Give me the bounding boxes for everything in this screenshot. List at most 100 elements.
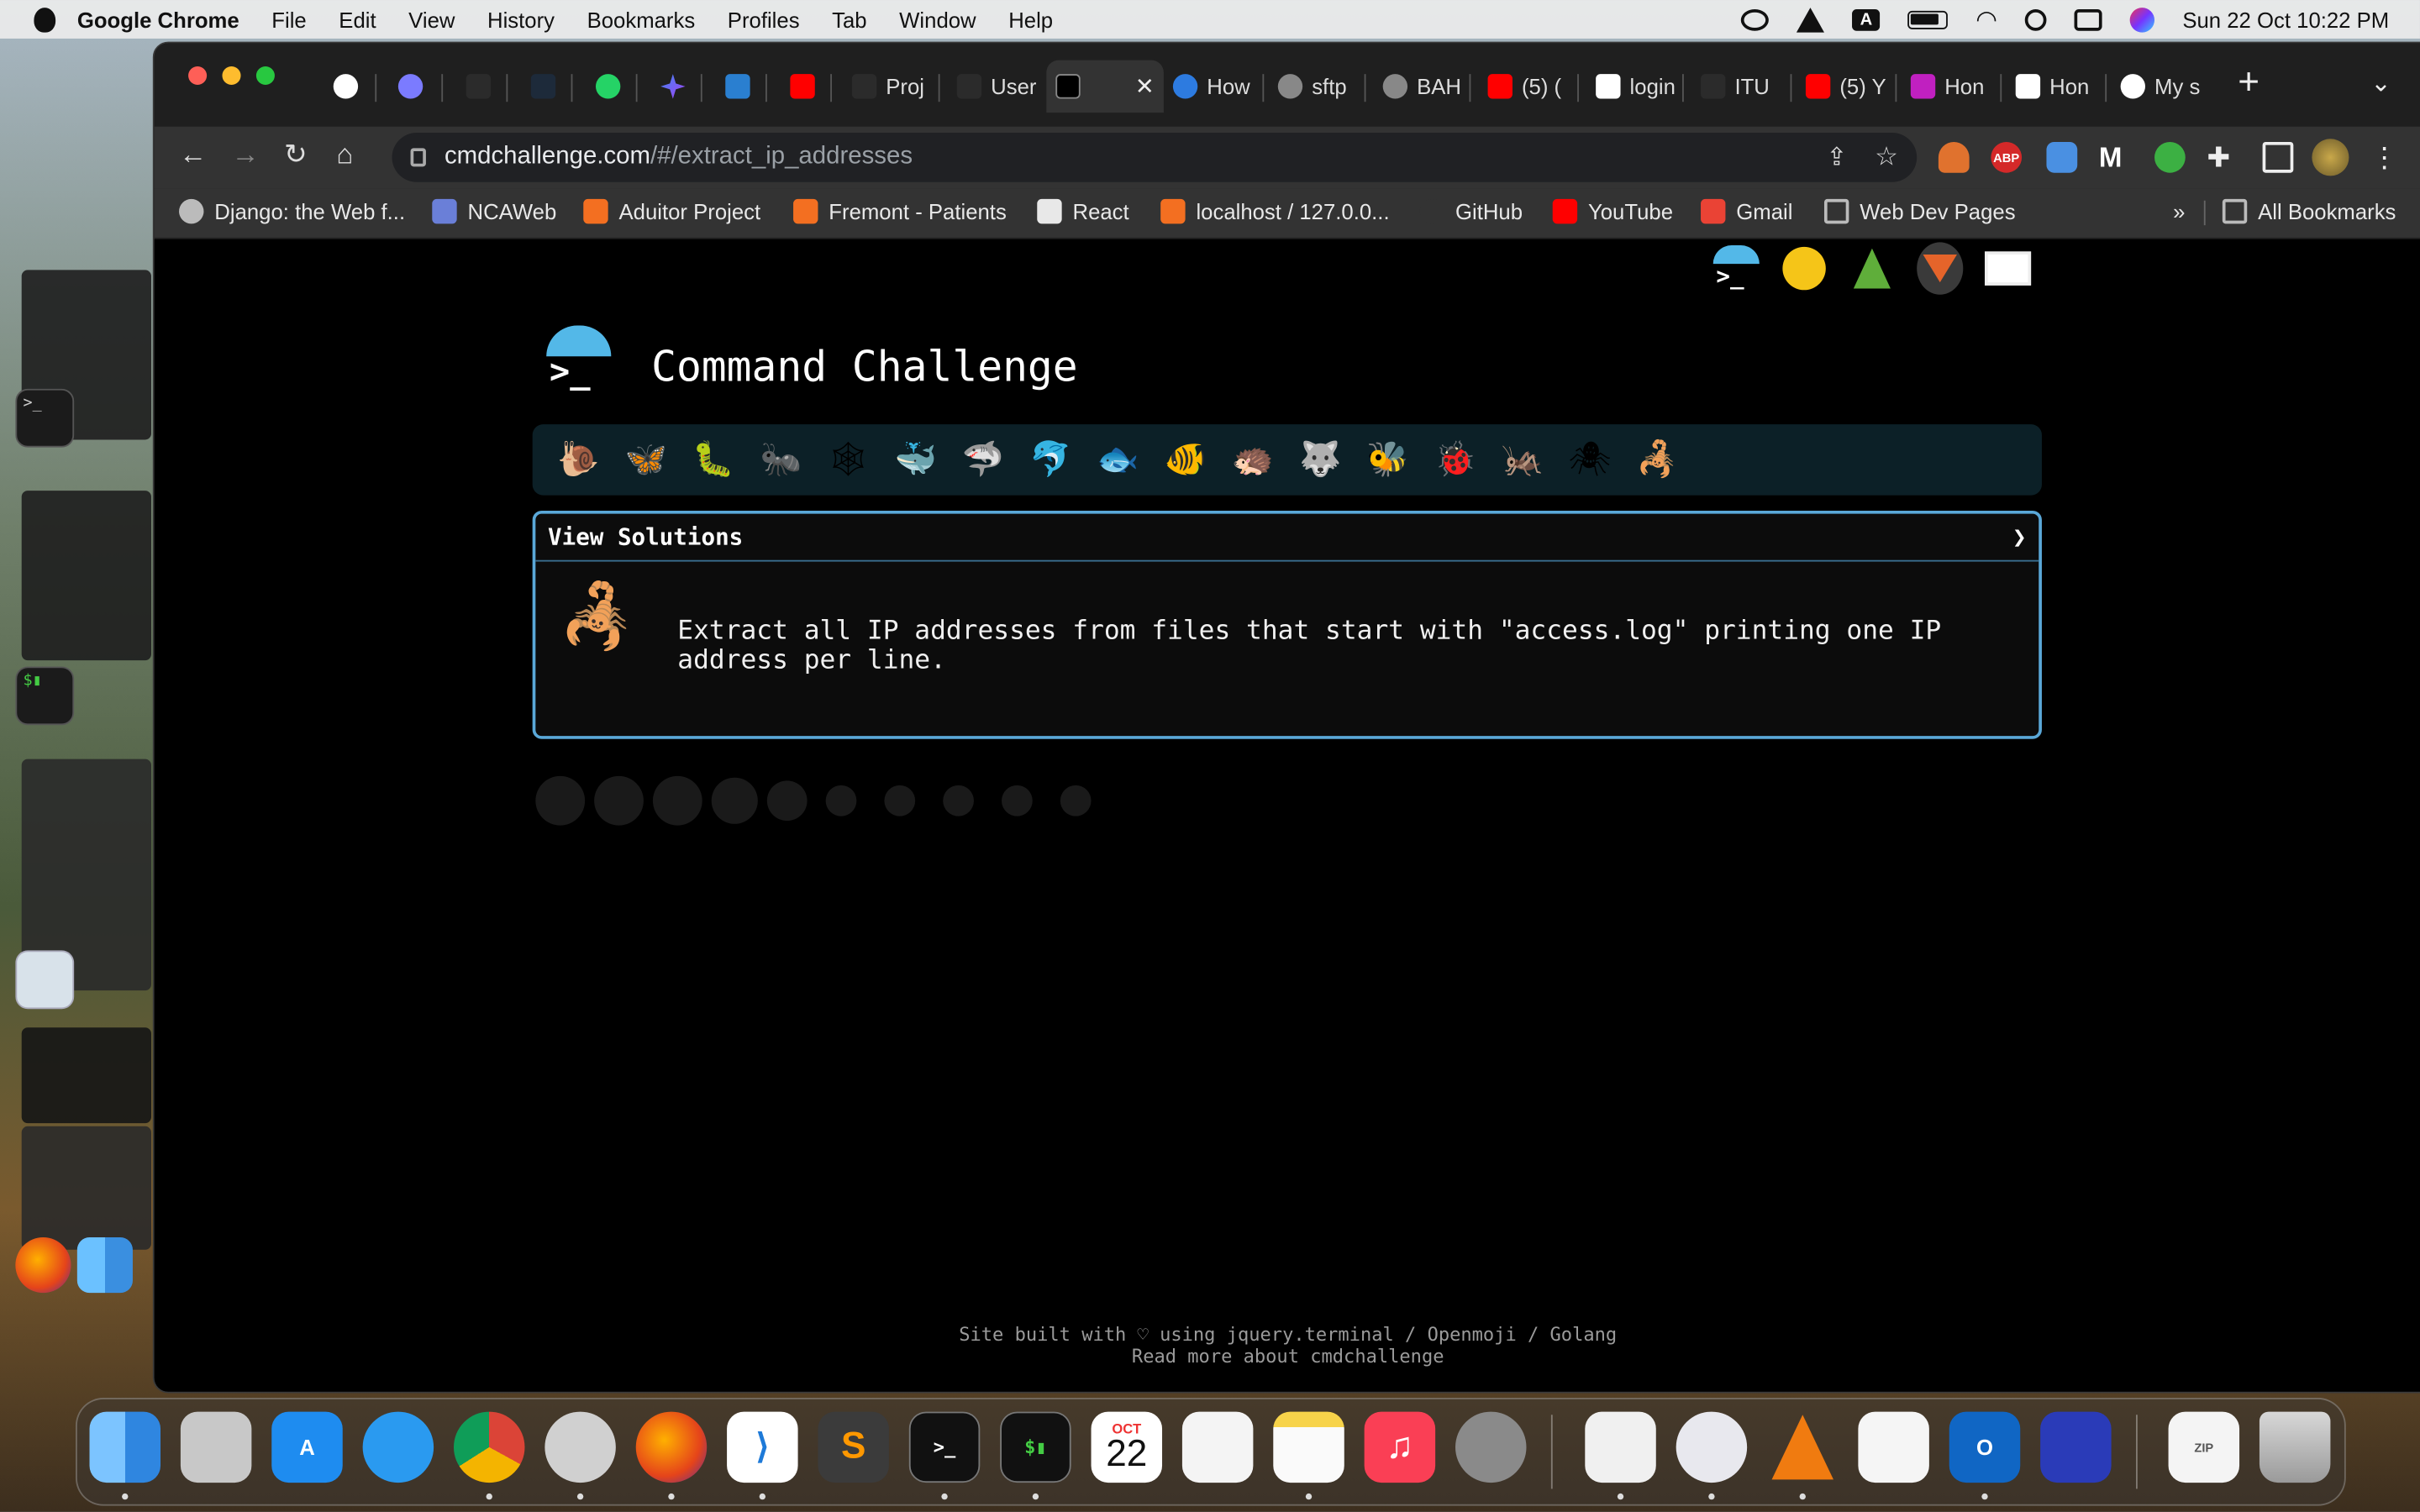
malwarebytes-icon[interactable]: M bbox=[2099, 142, 2130, 173]
spotlight-search-icon[interactable] bbox=[2025, 8, 2047, 30]
level-icon-15[interactable]: 🦗 bbox=[1489, 432, 1556, 487]
minimize-window-button[interactable] bbox=[222, 66, 241, 86]
control-center-icon[interactable] bbox=[2074, 8, 2102, 30]
view-solutions-header[interactable]: View Solutions ❯ bbox=[535, 514, 2039, 562]
menu-tab[interactable]: Tab bbox=[832, 7, 866, 31]
footer-about-link[interactable]: Read more about cmdchallenge bbox=[155, 1346, 2420, 1368]
firefox-icon[interactable] bbox=[635, 1411, 708, 1483]
level-icon-6[interactable]: 🐳 bbox=[882, 432, 950, 487]
network-radar-icon[interactable] bbox=[544, 1411, 616, 1483]
menu-history[interactable]: History bbox=[487, 7, 555, 31]
back-arrow-icon[interactable]: ← bbox=[179, 139, 207, 171]
menu-file[interactable]: File bbox=[271, 7, 306, 31]
home-icon[interactable]: ⌂ bbox=[336, 139, 353, 171]
tab-blank-2[interactable] bbox=[522, 63, 583, 109]
profile-avatar[interactable] bbox=[2312, 139, 2349, 176]
mail-icon[interactable] bbox=[1984, 245, 2032, 291]
tree-icon[interactable] bbox=[1849, 245, 1895, 291]
extension-lighthouse-icon[interactable] bbox=[1938, 141, 1970, 173]
vlc-icon[interactable] bbox=[1767, 1412, 1838, 1483]
tab-user[interactable]: User bbox=[948, 63, 1056, 109]
finder-icon[interactable] bbox=[89, 1411, 161, 1483]
chrome-menu-icon[interactable]: ⋮ bbox=[2370, 142, 2402, 173]
extensions-puzzle-icon[interactable]: ✚ bbox=[2207, 142, 2238, 173]
reload-icon[interactable]: ↻ bbox=[284, 139, 308, 171]
level-icon-8[interactable]: 🐬 bbox=[1017, 432, 1084, 487]
menu-view[interactable]: View bbox=[408, 7, 455, 31]
close-tab-icon[interactable]: ✕ bbox=[1135, 72, 1155, 100]
tab-how[interactable]: How bbox=[1164, 63, 1272, 109]
level-icon-5[interactable]: 🕸 bbox=[814, 432, 881, 487]
close-window-button[interactable] bbox=[188, 66, 208, 86]
bookmark-aduitor-project[interactable]: Aduitor Project bbox=[583, 198, 760, 224]
tab-login[interactable]: login bbox=[1586, 63, 1697, 109]
menu-help[interactable]: Help bbox=[1008, 7, 1053, 31]
level-icon-11[interactable]: 🦔 bbox=[1219, 432, 1286, 487]
screen-sharing-icon[interactable] bbox=[2040, 1411, 2112, 1483]
bookmark-ncaweb[interactable]: NCAWeb bbox=[432, 198, 556, 224]
tab-sftp[interactable]: sftp bbox=[1269, 63, 1377, 109]
extension-check-icon[interactable] bbox=[2154, 141, 2186, 173]
tab-proj[interactable]: Proj bbox=[843, 63, 948, 109]
tab-hon-2[interactable]: Hon bbox=[2007, 63, 2115, 109]
bookmarks-overflow-button[interactable]: » bbox=[2173, 199, 2185, 223]
bookmark-star-icon[interactable]: ☆ bbox=[1875, 142, 1898, 173]
tab-youtube-5[interactable]: (5) ( bbox=[1479, 63, 1590, 109]
desktop-window-thumbnail[interactable] bbox=[21, 1126, 151, 1250]
notes-icon[interactable] bbox=[1273, 1411, 1344, 1483]
preview-desktop-icon[interactable] bbox=[15, 950, 75, 1010]
menubar-clock[interactable]: Sun 22 Oct 10:22 PM bbox=[2182, 7, 2389, 31]
menu-profiles[interactable]: Profiles bbox=[728, 7, 800, 31]
level-icon-2[interactable]: 🦋 bbox=[613, 432, 680, 487]
level-icon-16[interactable]: 🕷 bbox=[1556, 432, 1623, 487]
desktop-window-thumbnail[interactable] bbox=[21, 1027, 151, 1124]
vpn-globe-icon[interactable] bbox=[1741, 8, 1770, 30]
menu-bookmarks[interactable]: Bookmarks bbox=[587, 7, 696, 31]
outlook-icon[interactable]: O bbox=[1949, 1411, 2021, 1483]
level-icon-13[interactable]: 🐝 bbox=[1354, 432, 1421, 487]
bookmark-fremont-patients[interactable]: Fremont - Patients bbox=[793, 198, 1007, 224]
bookmark-youtube[interactable]: YouTube bbox=[1552, 198, 1673, 224]
bookmark-github[interactable]: GitHub bbox=[1419, 198, 1523, 224]
firefox-desktop-icon[interactable] bbox=[15, 1237, 71, 1294]
lock-icon[interactable] bbox=[410, 148, 426, 167]
reminders-icon[interactable] bbox=[1181, 1411, 1254, 1483]
apple-icon[interactable] bbox=[34, 7, 56, 32]
menu-window[interactable]: Window bbox=[899, 7, 976, 31]
textedit-icon[interactable] bbox=[1585, 1411, 1656, 1483]
extension-docs-icon[interactable] bbox=[2046, 141, 2078, 173]
terminal-icon[interactable]: >_ bbox=[1712, 245, 1760, 291]
level-icon-7[interactable]: 🦈 bbox=[950, 432, 1017, 487]
zip-archive-icon[interactable]: ZIP bbox=[2168, 1411, 2240, 1483]
cmdchallenge-logo-icon[interactable]: >_ bbox=[544, 324, 614, 391]
launchpad-icon[interactable] bbox=[180, 1411, 252, 1483]
music-icon[interactable]: ♫ bbox=[1364, 1411, 1436, 1483]
terminal-desktop-icon[interactable]: >_ bbox=[15, 388, 75, 448]
chevron-right-icon[interactable]: ❯ bbox=[2012, 523, 2027, 551]
tab-whatsapp[interactable] bbox=[587, 63, 648, 109]
tab-blank-1[interactable] bbox=[457, 63, 518, 109]
shush-face-icon[interactable] bbox=[1781, 245, 1828, 291]
level-icon-9[interactable]: 🐟 bbox=[1084, 432, 1151, 487]
tab-cmdchallenge-active[interactable]: ✕ bbox=[1046, 60, 1164, 113]
share-icon[interactable]: ⇪ bbox=[1826, 142, 1847, 173]
siri-icon[interactable] bbox=[2129, 7, 2155, 32]
menu-app-name[interactable]: Google Chrome bbox=[77, 7, 239, 31]
level-icon-4[interactable]: 🐜 bbox=[747, 432, 814, 487]
tab-site[interactable] bbox=[716, 63, 777, 109]
bookmark-folder-web-dev-pages[interactable]: Web Dev Pages bbox=[1823, 198, 2016, 224]
input-source-icon[interactable]: A bbox=[1852, 8, 1881, 30]
all-bookmarks-button[interactable]: All Bookmarks bbox=[2222, 198, 2396, 224]
safari-icon[interactable] bbox=[362, 1411, 434, 1483]
system-settings-icon[interactable] bbox=[1455, 1411, 1527, 1483]
wifi-icon[interactable]: ◠ bbox=[1975, 4, 1997, 35]
iterm-desktop-icon[interactable]: $▮ bbox=[15, 666, 75, 726]
tab-youtube-5b[interactable]: (5) Y bbox=[1797, 63, 1907, 109]
iterm-app-icon[interactable]: $▮ bbox=[1000, 1411, 1071, 1483]
level-icon-1[interactable]: 🐌 bbox=[544, 432, 612, 487]
sublime-text-icon[interactable]: S bbox=[818, 1411, 889, 1483]
zoom-window-button[interactable] bbox=[255, 66, 275, 86]
adblock-plus-icon[interactable]: ABP bbox=[1991, 141, 2023, 173]
terminal-app-icon[interactable]: >_ bbox=[908, 1411, 981, 1483]
trash-icon[interactable] bbox=[2259, 1411, 2331, 1483]
